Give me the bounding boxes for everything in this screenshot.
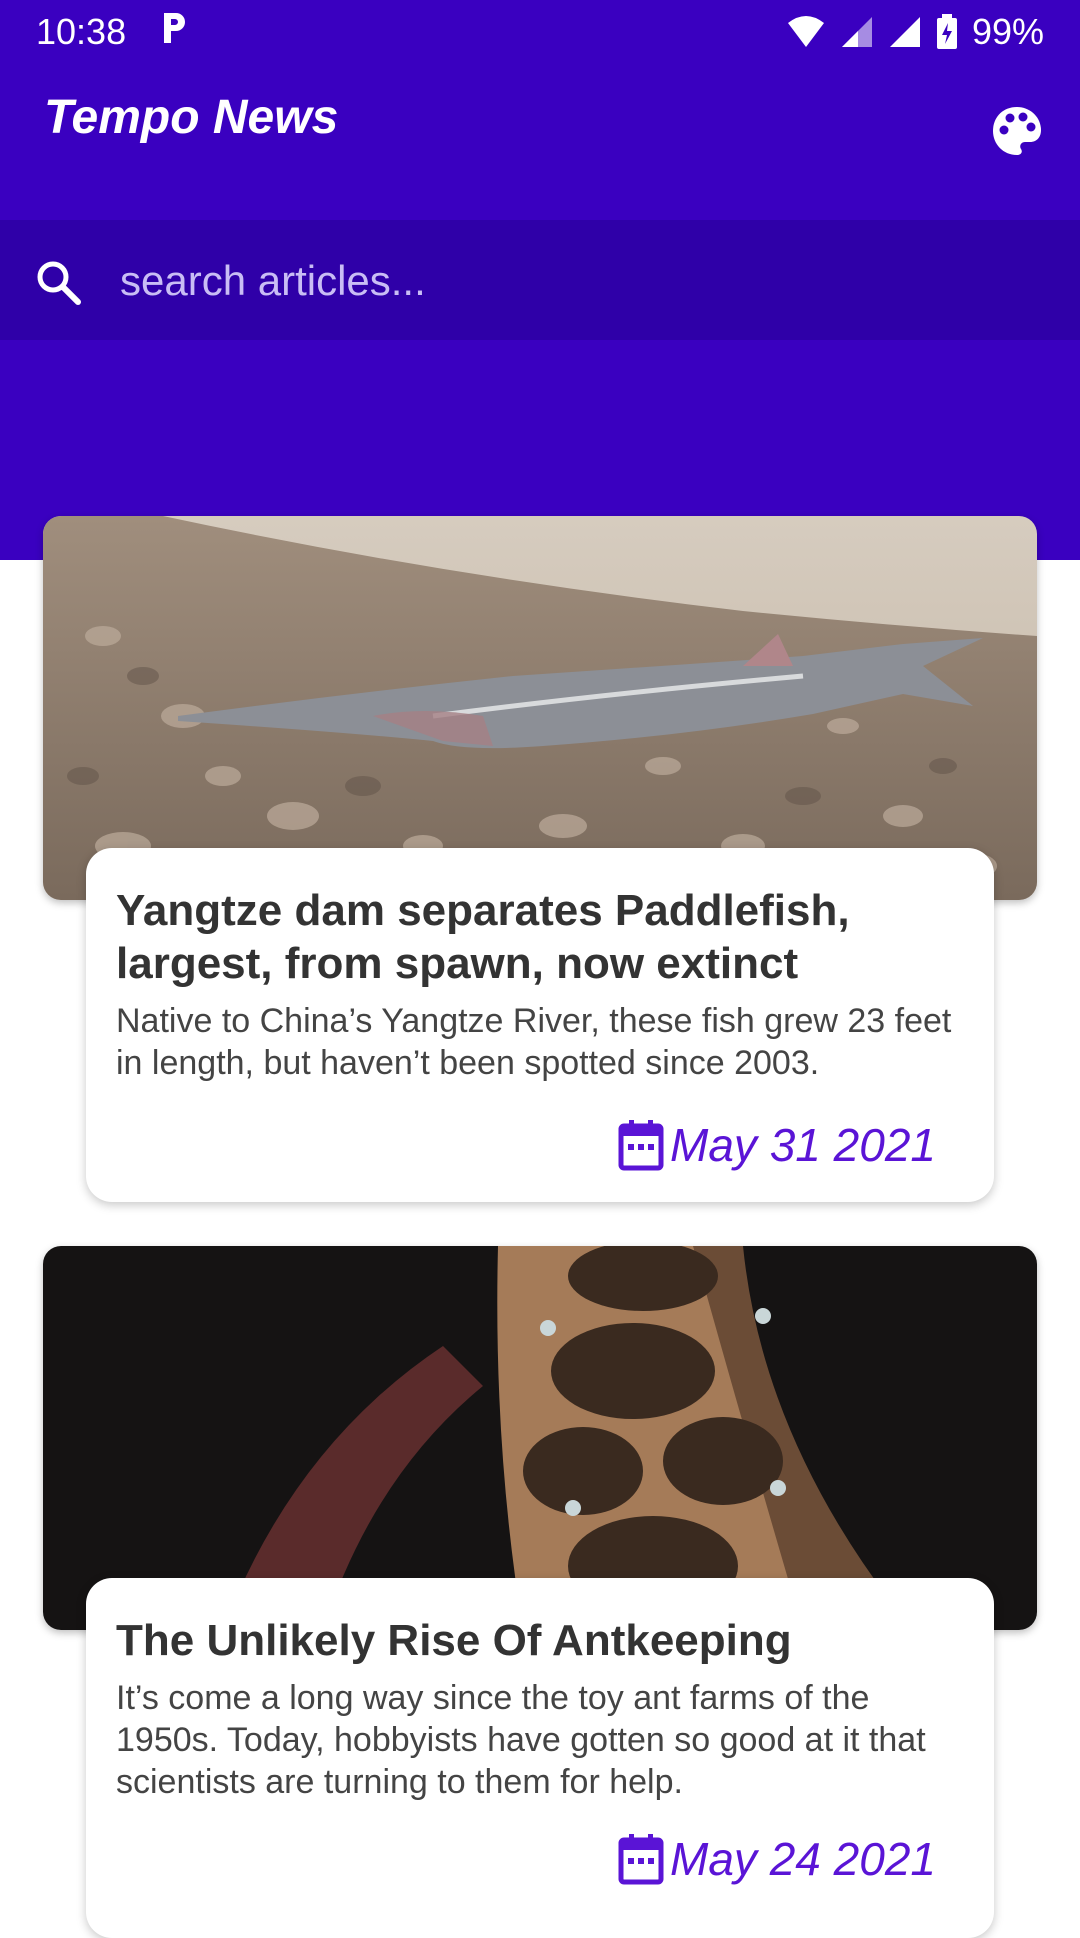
article-date: May 24 2021: [618, 1832, 936, 1886]
article-summary: It’s come a long way since the toy ant f…: [116, 1679, 926, 1801]
battery-level: 99%: [971, 11, 1044, 52]
article-image[interactable]: [43, 1246, 1037, 1630]
article-date-text: May 31 2021: [670, 1119, 936, 1171]
article-card[interactable]: Yangtze dam separates Paddlefish, larges…: [86, 848, 994, 1202]
status-time: 10:38: [36, 11, 127, 52]
search-input[interactable]: [118, 248, 1022, 314]
article-card[interactable]: The Unlikely Rise Of Antkeeping It’s com…: [86, 1578, 994, 1938]
article-title: Yangtze dam separates Paddlefish, larges…: [116, 886, 850, 988]
article-title: The Unlikely Rise Of Antkeeping: [116, 1616, 792, 1665]
calendar-icon: [618, 1833, 664, 1885]
signal-icon-2: [888, 15, 922, 49]
article-date: May 31 2021: [618, 1118, 936, 1172]
p-icon: [160, 11, 188, 54]
article-date-text: May 24 2021: [670, 1833, 936, 1885]
article-image[interactable]: [43, 516, 1037, 900]
battery-icon: [936, 14, 958, 50]
search-bar: [0, 220, 1080, 340]
ant-farm-photo: [43, 1246, 1037, 1630]
palette-icon[interactable]: [990, 104, 1044, 158]
search-icon[interactable]: [32, 256, 84, 308]
calendar-icon: [618, 1119, 664, 1171]
paddlefish-photo: [43, 516, 1037, 900]
status-bar: 10:38 99%: [0, 0, 1080, 64]
app-title: Tempo News: [44, 91, 339, 144]
wifi-icon: [786, 15, 826, 49]
signal-icon: [840, 15, 874, 49]
article-summary: Native to China’s Yangtze River, these f…: [116, 1002, 952, 1082]
